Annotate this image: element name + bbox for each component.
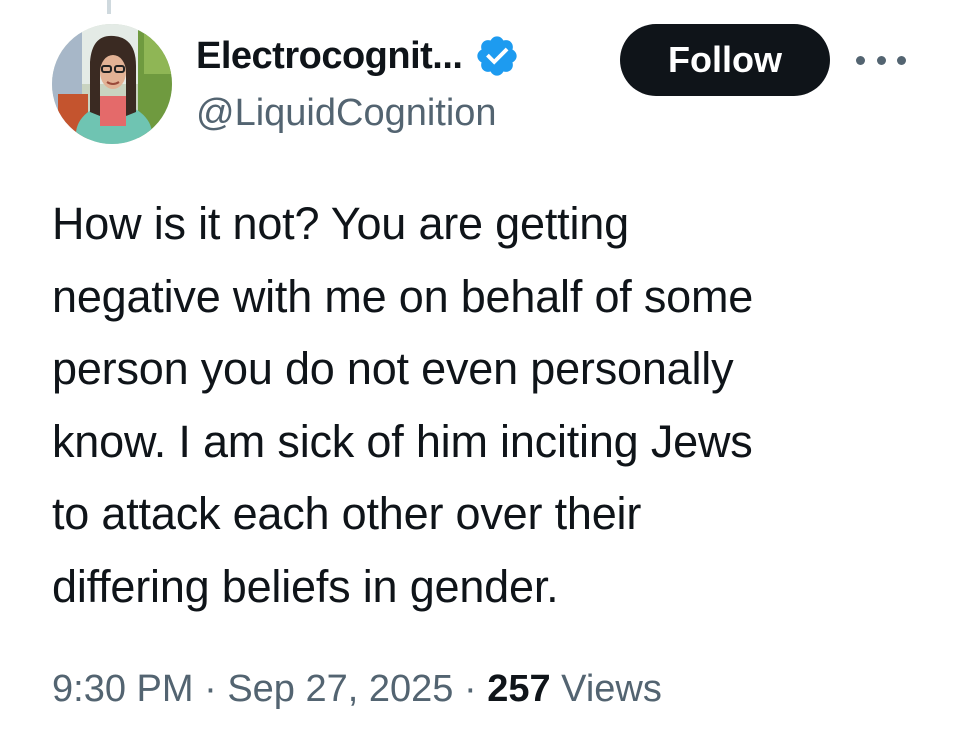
meta-separator: ·: [204, 668, 228, 710]
more-dot: [876, 55, 886, 65]
tweet-text: How is it not? You are getting negative …: [52, 188, 932, 623]
tweet-text-line: to attack each other over their: [52, 488, 642, 539]
tweet-date[interactable]: Sep 27, 2025: [227, 668, 453, 710]
author-display-name[interactable]: Electrocognit...: [196, 35, 463, 78]
views-count[interactable]: 257: [487, 668, 561, 710]
more-dot: [856, 55, 865, 65]
author-handle[interactable]: @LiquidCognition: [196, 92, 497, 135]
avatar-image: [52, 24, 172, 144]
tweet-text-line: know. I am sick of him inciting Jews: [52, 415, 753, 467]
tweet-time[interactable]: 9:30 PM: [52, 668, 194, 710]
more-options-icon[interactable]: [856, 48, 906, 72]
thread-connector-line: [107, 0, 111, 14]
tweet-text-line: person you do not even personally: [52, 343, 734, 394]
author-name-row: Electrocognit...: [196, 30, 520, 82]
author-avatar[interactable]: [52, 24, 172, 144]
follow-button[interactable]: Follow: [620, 24, 830, 96]
tweet-text-line: negative with me on behalf of some: [52, 270, 754, 322]
tweet-text-line: How is it not? You are getting: [52, 198, 629, 249]
views-label[interactable]: Views: [561, 668, 662, 710]
tweet-meta-row: 9:30 PM · Sep 27, 2025 · 257 Views: [52, 668, 662, 711]
more-dot: [897, 55, 906, 65]
tweet-text-line: differing beliefs in gender.: [52, 560, 559, 612]
verified-badge-icon[interactable]: [474, 33, 520, 79]
meta-separator: ·: [463, 668, 488, 710]
